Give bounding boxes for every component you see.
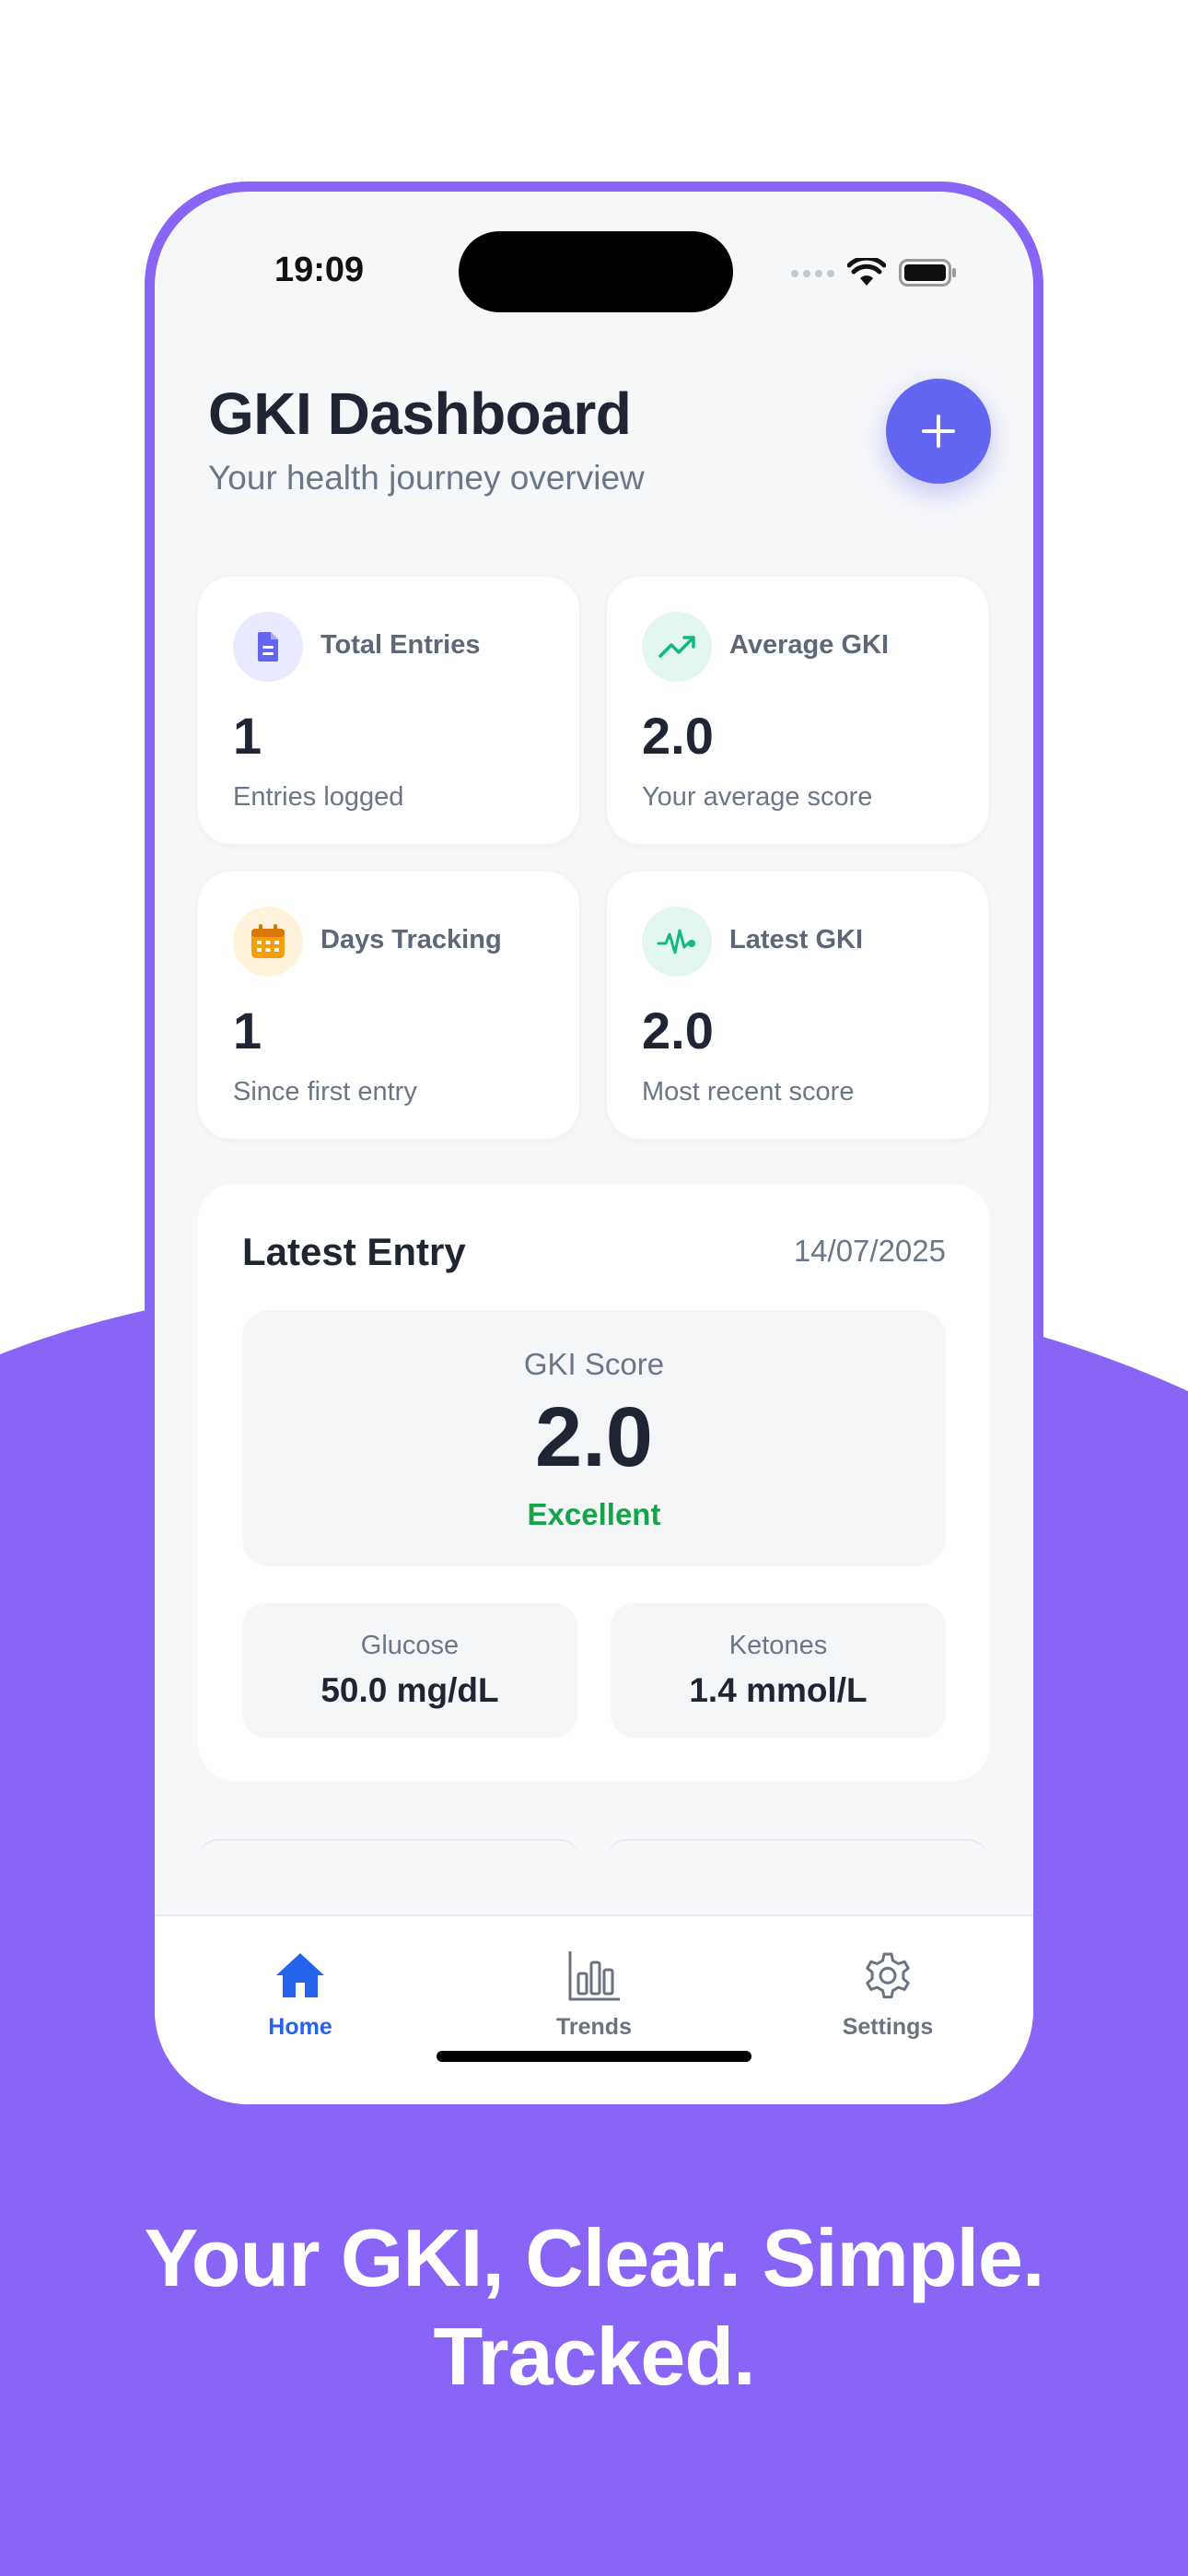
add-entry-button[interactable] [886,379,991,484]
activity-icon [642,907,712,977]
latest-entry-title: Latest Entry [242,1230,466,1273]
stat-value: 1 [233,1001,262,1060]
latest-entry-date: 14/07/2025 [793,1234,946,1268]
home-indicator[interactable] [437,2051,751,2062]
page-subtitle: Your health journey overview [208,459,645,497]
home-icon [276,1953,324,1997]
document-icon [233,612,303,682]
glucose-label: Glucose [360,1631,460,1660]
tab-label: Home [268,2014,332,2040]
latest-entry-card[interactable]: Latest Entry 14/07/2025 GKI Score 2.0 Ex… [198,1184,990,1781]
ketones-label: Ketones [728,1631,828,1660]
stat-value: 2.0 [642,707,714,765]
glucose-value: 50.0 mg/dL [320,1671,499,1709]
trending-up-icon [642,612,712,682]
status-time: 19:09 [274,251,365,289]
gear-icon [866,1952,910,1999]
ketones-box: Ketones 1.4 mmol/L [611,1603,946,1738]
gki-score-value: 2.0 [535,1390,653,1484]
plus-icon [922,415,955,448]
stat-card-total-entries[interactable]: Total Entries 1 Entries logged [198,577,579,844]
gki-score-label: GKI Score [523,1347,665,1381]
stat-label: Average GKI [729,630,889,660]
stat-card-latest-gki[interactable]: Latest GKI 2.0 Most recent score [607,872,988,1139]
tab-label: Settings [842,2014,934,2040]
stat-label: Latest GKI [729,925,864,954]
stat-description: Entries logged [233,782,404,812]
tagline-line-2: Tracked. [433,2311,755,2402]
stat-card-days-tracking[interactable]: Days Tracking 1 Since first entry [198,872,579,1139]
page-title: GKI Dashboard [208,381,632,447]
stat-description: Most recent score [642,1077,855,1107]
stat-value: 2.0 [642,1001,714,1060]
app-screen: 19:09 GKI Dashboard Your health journey … [155,192,1033,2104]
stat-label: Total Entries [320,630,481,660]
glucose-box: Glucose 50.0 mg/dL [242,1603,577,1738]
wifi-icon [847,258,886,286]
stat-value: 1 [233,707,262,765]
stat-card-average-gki[interactable]: Average GKI 2.0 Your average score [607,577,988,844]
tab-bar: Home Trends Settings [155,1914,1033,2104]
scrolled-card-edge [607,1839,988,1859]
ketones-value: 1.4 mmol/L [689,1671,868,1709]
stat-label: Days Tracking [320,925,502,954]
tagline-line-1: Your GKI, Clear. Simple. [144,2212,1045,2303]
phone-frame: 19:09 GKI Dashboard Your health journey … [145,181,1043,2114]
status-icons [790,258,958,287]
battery-icon [899,259,956,287]
gki-rating: Excellent [527,1497,661,1531]
calendar-icon [233,907,303,977]
stat-description: Since first entry [233,1077,417,1107]
gki-score-box: GKI Score 2.0 Excellent [242,1310,946,1566]
cellular-signal-icon [791,270,834,277]
scrolled-card-edge [198,1839,579,1859]
tab-label: Trends [556,2014,632,2040]
dynamic-island [459,231,733,312]
stat-description: Your average score [642,782,873,812]
bar-chart-icon [568,1951,620,2001]
